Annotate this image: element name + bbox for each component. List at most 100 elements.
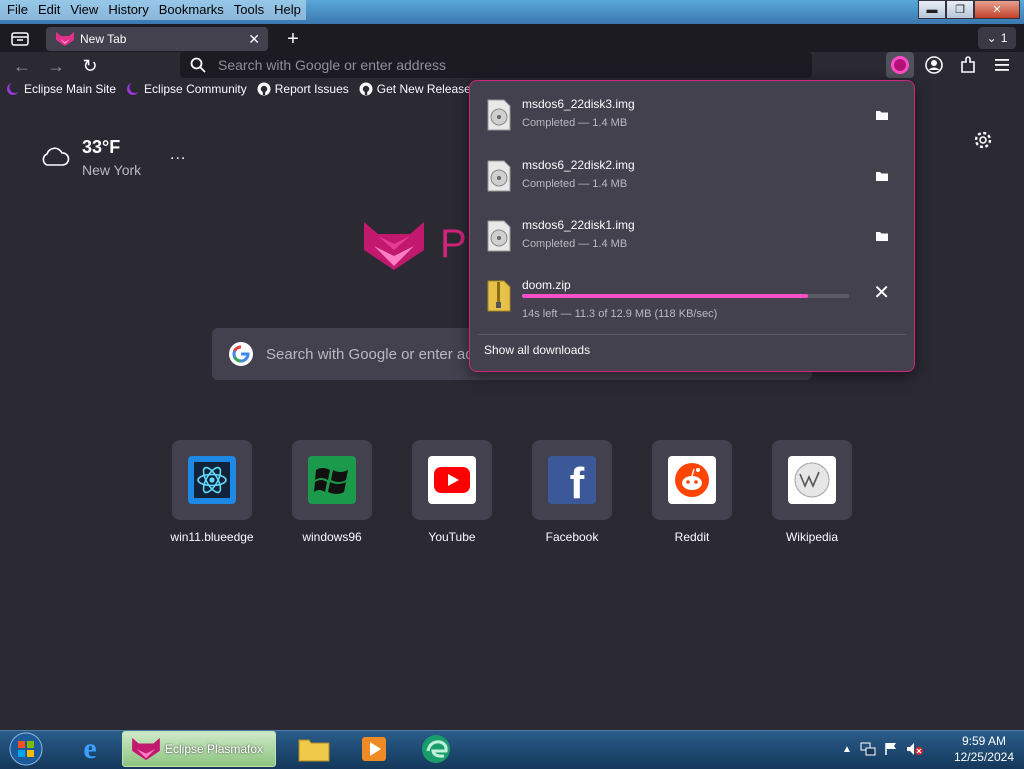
taskbar-edge[interactable] [414, 731, 458, 767]
windows-flag-icon [308, 456, 356, 504]
personalize-button[interactable] [973, 130, 993, 150]
download-filename: msdos6_22disk2.img [522, 158, 635, 172]
open-folder-button[interactable] [872, 105, 892, 125]
youtube-icon [428, 456, 476, 504]
facebook-icon: f [548, 456, 596, 504]
close-window-button[interactable]: ✕ [974, 0, 1020, 19]
menu-view[interactable]: View [65, 0, 103, 20]
site-tile[interactable] [652, 440, 732, 520]
site-tile[interactable] [172, 440, 252, 520]
site-tile[interactable] [292, 440, 372, 520]
hamburger-menu-icon [995, 59, 1009, 71]
folder-icon [876, 111, 888, 120]
downloads-button[interactable] [886, 52, 914, 78]
zip-archive-icon [487, 280, 511, 312]
start-button[interactable] [6, 731, 46, 767]
site-label: Reddit [674, 530, 710, 544]
menu-bar: File Edit View History Bookmarks Tools H… [0, 0, 306, 20]
eclipse-icon [127, 82, 141, 95]
tab-count-button[interactable]: ⌄ 1 [978, 27, 1016, 49]
clock-time: 9:59 AM [961, 734, 1006, 748]
internet-explorer-icon: e [83, 732, 97, 765]
tab-new-tab[interactable]: New Tab ✕ [46, 27, 268, 51]
taskbar-internet-explorer[interactable]: e [70, 731, 110, 767]
clock[interactable]: 9:59 AM 12/25/2024 [954, 733, 1014, 765]
top-site-facebook[interactable]: f Facebook [512, 440, 632, 544]
extensions-button[interactable] [954, 52, 982, 78]
download-status: Completed — 1.4 MB [522, 178, 628, 190]
download-progress-fill [522, 294, 809, 298]
weather-menu-button[interactable]: ... [170, 146, 186, 164]
account-button[interactable] [920, 52, 948, 78]
bookmark-label: Report Issues [274, 82, 349, 96]
app-menu-button[interactable] [988, 52, 1016, 78]
menu-bookmarks[interactable]: Bookmarks [154, 0, 229, 20]
maximize-button[interactable]: ❐ [946, 0, 974, 19]
download-item[interactable]: msdos6_22disk1.img Completed — 1.4 MB [480, 208, 904, 264]
cancel-download-button[interactable]: ✕ [873, 280, 890, 305]
volume-muted-icon[interactable] [906, 742, 924, 756]
address-input[interactable] [216, 56, 812, 74]
taskbar-file-explorer[interactable] [292, 731, 336, 767]
open-folder-button[interactable] [872, 226, 892, 246]
new-tab-button[interactable]: + [282, 28, 304, 50]
site-tile[interactable] [412, 440, 492, 520]
site-label: Wikipedia [785, 530, 839, 544]
disk-image-icon [487, 220, 511, 252]
download-item-active[interactable]: doom.zip 14s left — 11.3 of 12.9 MB (118… [480, 268, 904, 324]
site-tile[interactable] [772, 440, 852, 520]
reload-button[interactable]: ↻ [78, 54, 102, 78]
forward-button[interactable]: → [44, 54, 68, 78]
forward-arrow-icon: → [47, 55, 65, 76]
site-tile[interactable]: f [532, 440, 612, 520]
top-site-youtube[interactable]: YouTube [392, 440, 512, 544]
download-item[interactable]: msdos6_22disk2.img Completed — 1.4 MB [480, 148, 904, 204]
logo-wordmark: P [440, 222, 467, 266]
tab-list-icon [11, 32, 29, 46]
download-item[interactable]: msdos6_22disk3.img Completed — 1.4 MB [480, 87, 904, 143]
taskbar-media-player[interactable] [352, 731, 396, 767]
taskbar-plasmafox[interactable]: Eclipse Plasmafox [122, 731, 276, 767]
media-player-icon [362, 737, 386, 761]
weather-widget[interactable]: 33°F New York [40, 137, 141, 178]
show-all-downloads-button[interactable]: Show all downloads [484, 343, 590, 357]
address-bar[interactable] [180, 52, 812, 78]
windows-start-icon [9, 732, 43, 766]
bookmark-eclipse-main-site[interactable]: Eclipse Main Site [6, 82, 116, 96]
top-site-reddit[interactable]: Reddit [632, 440, 752, 544]
eclipse-icon [7, 82, 20, 95]
open-folder-button[interactable] [872, 166, 892, 186]
folder-icon [876, 232, 888, 241]
top-site-windows96[interactable]: windows96 [272, 440, 392, 544]
tab-list-button[interactable] [8, 28, 32, 50]
disk-image-icon [487, 160, 511, 192]
bookmark-label: Eclipse Main Site [24, 82, 117, 96]
gear-icon [974, 131, 992, 149]
action-center-flag-icon[interactable] [884, 742, 898, 756]
menu-tools[interactable]: Tools [229, 0, 269, 20]
menu-edit[interactable]: Edit [33, 0, 65, 20]
clock-date: 12/25/2024 [953, 750, 1014, 764]
chevron-down-icon: ⌄ [986, 31, 997, 45]
site-label: win11.blueedge [170, 530, 254, 544]
download-status: Completed — 1.4 MB [522, 238, 628, 250]
bookmark-get-new-releases[interactable]: Get New Releases [359, 82, 477, 96]
top-site-win11-blueedge[interactable]: win11.blueedge [152, 440, 272, 544]
taskbar-item-label: Eclipse Plasmafox [165, 742, 264, 756]
network-icon[interactable] [860, 742, 876, 756]
menu-file[interactable]: File [2, 0, 33, 20]
bookmark-label: Eclipse Community [144, 82, 247, 96]
menu-history[interactable]: History [103, 0, 153, 20]
minimize-button[interactable]: ▬ [918, 0, 946, 19]
site-label: windows96 [302, 530, 362, 544]
menu-help[interactable]: Help [269, 0, 306, 20]
google-icon [229, 342, 253, 366]
weather-city: New York [82, 162, 142, 178]
bookmark-eclipse-community[interactable]: Eclipse Community [126, 82, 247, 96]
divider [478, 334, 906, 335]
close-tab-button[interactable]: ✕ [248, 31, 260, 48]
show-hidden-icons-button[interactable]: ▲ [842, 744, 852, 755]
top-site-wikipedia[interactable]: Wikipedia [752, 440, 872, 544]
bookmark-report-issues[interactable]: Report Issues [257, 82, 349, 96]
back-button[interactable]: ← [10, 54, 34, 78]
